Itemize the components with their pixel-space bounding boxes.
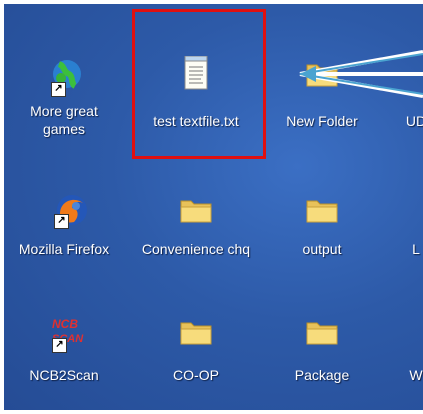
shortcut-arrow-icon: ↗ (54, 214, 69, 229)
desktop: ↗ More great games test textfile.txt New… (4, 4, 423, 410)
desktop-icon-label: NCB2Scan (29, 367, 99, 383)
desktop-icon-label: W (409, 367, 423, 383)
screenshot-frame: ↗ More great games test textfile.txt New… (0, 0, 423, 414)
desktop-icon-label: CO-OP (173, 367, 219, 383)
desktop-icon-convenience-chq[interactable]: Convenience chq (136, 192, 256, 292)
desktop-icon-more-great-games[interactable]: ↗ More great games (4, 56, 124, 156)
desktop-icon-label: More great games (30, 103, 98, 137)
folder-icon (179, 318, 213, 346)
desktop-icon-label: Convenience chq (141, 241, 251, 257)
desktop-icon-label: L (412, 241, 420, 257)
shortcut-arrow-icon: ↗ (52, 338, 67, 353)
desktop-icon-co-op[interactable]: CO-OP (136, 314, 256, 404)
desktop-icon-l[interactable]: L (356, 192, 423, 292)
desktop-icon-w[interactable]: W (356, 314, 423, 404)
highlight-box (132, 9, 266, 159)
folder-icon (179, 196, 213, 224)
svg-text:NCB: NCB (52, 317, 78, 331)
desktop-icon-label: Mozilla Firefox (18, 241, 110, 257)
annotation-arrow-icon (299, 50, 423, 98)
firefox-icon: ↗ (54, 192, 90, 229)
shortcut-arrow-icon: ↗ (51, 82, 66, 97)
desktop-icon-label: UD (405, 113, 423, 129)
desktop-icon-ncb2scan[interactable]: NCB SCAN ↗ NCB2Scan (4, 314, 124, 404)
folder-icon (305, 318, 339, 346)
globe-icon: ↗ (47, 56, 81, 97)
folder-icon (305, 196, 339, 224)
desktop-icon-mozilla-firefox[interactable]: ↗ Mozilla Firefox (12, 192, 132, 292)
ncb-scan-icon: NCB SCAN ↗ (44, 314, 84, 353)
